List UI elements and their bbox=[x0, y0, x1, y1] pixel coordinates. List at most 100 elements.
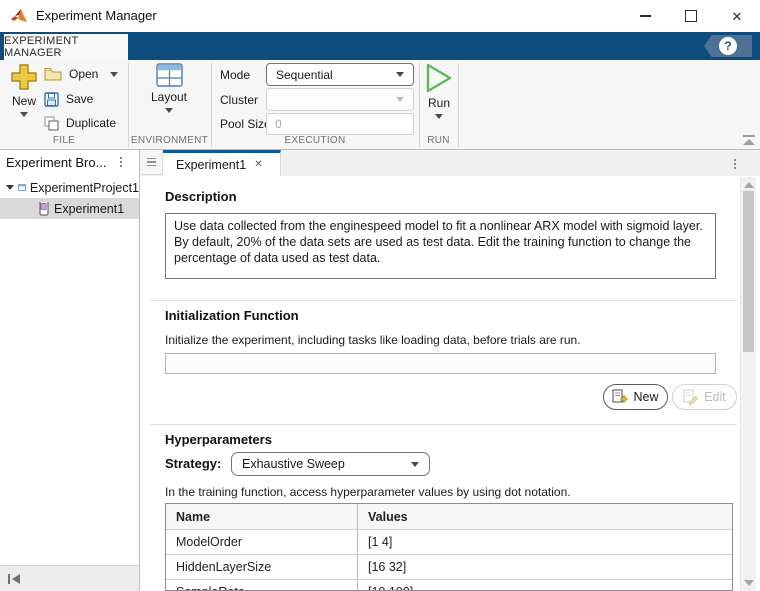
tab-experiment1[interactable]: Experiment1 ✕ bbox=[163, 150, 281, 176]
initialization-heading: Initialization Function bbox=[165, 308, 299, 323]
edit-function-icon bbox=[683, 389, 699, 405]
init-new-button[interactable]: New bbox=[603, 384, 668, 410]
table-header-values: Values bbox=[368, 509, 408, 524]
init-edit-label: Edit bbox=[704, 390, 726, 404]
initialization-function-input[interactable] bbox=[165, 353, 716, 374]
table-row[interactable]: HiddenLayerSize [16 32] bbox=[166, 555, 732, 580]
tree-item-label: Experiment1 bbox=[54, 201, 125, 216]
table-row[interactable]: SampleRate [10 100] bbox=[166, 580, 732, 590]
mode-dropdown[interactable]: Sequential bbox=[266, 63, 414, 86]
open-label: Open bbox=[69, 67, 99, 81]
hamburger-icon bbox=[147, 157, 156, 160]
hyperparameter-name[interactable]: SampleRate bbox=[166, 580, 358, 590]
file-section-label: FILE bbox=[52, 135, 76, 146]
section-divider bbox=[150, 424, 737, 425]
hyperparameters-heading: Hyperparameters bbox=[165, 432, 272, 447]
hyperparameter-name[interactable]: HiddenLayerSize bbox=[166, 555, 358, 579]
strategy-label: Strategy: bbox=[165, 456, 222, 471]
browser-footer bbox=[0, 565, 139, 591]
duplicate-button[interactable]: Duplicate bbox=[44, 114, 116, 132]
run-icon bbox=[426, 63, 452, 93]
description-textarea[interactable]: Use data collected from the enginespeed … bbox=[165, 213, 716, 279]
layout-icon bbox=[155, 63, 183, 87]
matlab-logo-icon bbox=[11, 9, 27, 22]
run-button[interactable]: Run bbox=[421, 63, 457, 119]
save-button[interactable]: Save bbox=[44, 90, 93, 108]
tab-list-button[interactable] bbox=[141, 150, 163, 175]
vertical-scrollbar[interactable] bbox=[740, 177, 756, 591]
mode-value: Sequential bbox=[276, 67, 333, 82]
run-label: Run bbox=[427, 96, 450, 110]
new-function-icon bbox=[612, 389, 628, 403]
collapse-toolstrip-icon bbox=[743, 135, 755, 137]
chevron-down-icon bbox=[396, 97, 404, 102]
collapse-panel-button[interactable] bbox=[8, 574, 21, 584]
window-title: Experiment Manager bbox=[36, 8, 157, 23]
description-heading: Description bbox=[165, 189, 237, 204]
experiment-icon bbox=[39, 202, 49, 216]
init-new-label: New bbox=[633, 390, 659, 404]
table-header-row: Name Values bbox=[166, 504, 732, 530]
environment-section-label: ENVIRONMENT bbox=[130, 135, 209, 146]
close-icon: ✕ bbox=[731, 8, 743, 24]
pool-size-input: 0 bbox=[266, 113, 414, 135]
table-header-name: Name bbox=[166, 504, 358, 529]
layout-dropdown-icon bbox=[165, 108, 173, 113]
chevron-down-icon bbox=[411, 461, 419, 467]
help-icon: ? bbox=[719, 37, 737, 55]
pool-size-value: 0 bbox=[275, 117, 282, 131]
ribbon-bar: EXPERIMENT MANAGER ? bbox=[0, 32, 760, 60]
close-button[interactable]: ✕ bbox=[714, 0, 760, 32]
table-row[interactable]: ModelOrder [1 4] bbox=[166, 530, 732, 555]
strategy-dropdown[interactable]: Exhaustive Sweep bbox=[231, 452, 430, 476]
init-edit-button: Edit bbox=[672, 384, 737, 410]
tabbar-menu-button[interactable] bbox=[728, 155, 742, 173]
section-divider bbox=[458, 63, 459, 147]
strategy-value: Exhaustive Sweep bbox=[242, 457, 345, 471]
tree-item-project[interactable]: ExperimentProject1 bbox=[0, 177, 139, 198]
initialization-hint: Initialize the experiment, including tas… bbox=[165, 333, 581, 347]
browser-menu-button[interactable] bbox=[114, 153, 128, 171]
chevron-down-icon bbox=[396, 72, 404, 77]
close-tab-icon[interactable]: ✕ bbox=[254, 159, 262, 170]
open-dropdown-icon[interactable] bbox=[110, 72, 118, 77]
scroll-up-icon[interactable] bbox=[744, 182, 754, 188]
pool-size-label: Pool Size bbox=[220, 117, 271, 131]
run-dropdown-icon bbox=[435, 114, 443, 119]
maximize-icon bbox=[685, 10, 697, 22]
tree-item-experiment1[interactable]: Experiment1 bbox=[0, 198, 139, 219]
minimize-button[interactable] bbox=[622, 0, 668, 32]
execution-section-label: EXECUTION bbox=[284, 135, 346, 146]
document-tab-bar: Experiment1 ✕ bbox=[140, 150, 760, 176]
experiment-browser-panel: Experiment Bro... ExperimentProject1 Exp… bbox=[0, 150, 140, 591]
duplicate-icon bbox=[44, 116, 59, 130]
minimize-icon bbox=[639, 15, 651, 17]
cluster-label: Cluster bbox=[220, 93, 259, 107]
layout-label: Layout bbox=[150, 90, 188, 104]
project-icon bbox=[18, 184, 26, 191]
new-dropdown-icon bbox=[20, 112, 28, 117]
hyperparameter-values[interactable]: [1 4] bbox=[358, 530, 732, 554]
help-button[interactable]: ? bbox=[704, 35, 752, 57]
save-icon bbox=[44, 91, 59, 107]
duplicate-label: Duplicate bbox=[66, 116, 117, 130]
open-folder-icon bbox=[44, 68, 62, 81]
scroll-down-icon[interactable] bbox=[744, 580, 754, 586]
hyperparameter-name[interactable]: ModelOrder bbox=[166, 530, 358, 554]
hyperparameter-values[interactable]: [10 100] bbox=[358, 580, 732, 590]
tree-expand-icon[interactable] bbox=[6, 185, 14, 190]
tree-item-label: ExperimentProject1 bbox=[29, 180, 139, 195]
open-button[interactable]: Open bbox=[44, 65, 98, 83]
new-experiment-button[interactable]: New bbox=[4, 63, 44, 117]
collapse-toolstrip-button[interactable] bbox=[742, 134, 756, 146]
cluster-dropdown bbox=[266, 88, 414, 111]
maximize-button[interactable] bbox=[668, 0, 714, 32]
new-label: New bbox=[11, 94, 36, 108]
hyperparameter-values[interactable]: [16 32] bbox=[358, 555, 732, 579]
scrollbar-thumb[interactable] bbox=[743, 191, 754, 352]
browser-header: Experiment Bro... bbox=[0, 150, 139, 174]
tab-experiment-manager[interactable]: EXPERIMENT MANAGER bbox=[4, 34, 128, 60]
tab-label: Experiment1 bbox=[176, 157, 247, 172]
run-section-label: RUN bbox=[427, 135, 450, 146]
layout-button[interactable]: Layout bbox=[139, 63, 199, 113]
